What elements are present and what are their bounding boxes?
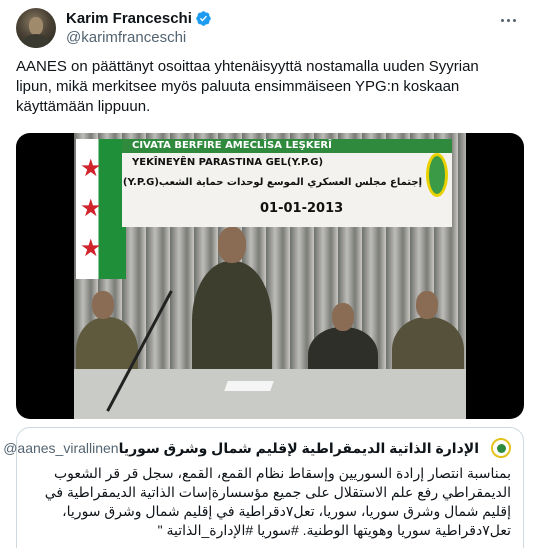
author-names: Karim Franceschi @karimfranceschi (66, 9, 212, 48)
banner-line-3: إجتماع مجلس العسكري الموسع لوحدات حماية … (122, 177, 422, 188)
speaker (192, 261, 272, 385)
avatar-body (22, 34, 50, 48)
display-name[interactable]: Karim Franceschi (66, 10, 192, 27)
tweet: Karim Franceschi @karimfranceschi AANES … (0, 0, 534, 548)
quote-handle[interactable]: @aanes_virallinen (3, 440, 118, 456)
name-row: Karim Franceschi (66, 9, 212, 28)
banner-line-2: YEKÎNEYÊN PARASTINA GEL(Y.P.G) (132, 157, 324, 168)
paper-sheet (224, 381, 274, 391)
aanes-emblem-icon (496, 443, 506, 453)
author-handle[interactable]: @karimfranceschi (66, 29, 212, 48)
syrian-flag: ★ ★ ★ (76, 139, 126, 279)
quoted-tweet[interactable]: 4h · @aanes_virallinen الإدارة الذاتية ا… (3, 427, 524, 548)
flag-star: ★ (80, 155, 102, 182)
tweet-header: Karim Franceschi @karimfranceschi (16, 8, 518, 48)
quote-header: 4h · @aanes_virallinen الإدارة الذاتية ا… (0, 438, 511, 458)
speaker-head (218, 227, 246, 263)
video-frame: ★ ★ ★ CIVATA BERFIRE AMECLÎSA LEŞKERÎ YE… (74, 133, 466, 419)
more-dot (506, 18, 510, 22)
more-dot (512, 18, 516, 22)
conference-table (74, 369, 466, 419)
banner-date: 01-01-2013 (260, 201, 344, 216)
avatar[interactable] (16, 8, 56, 48)
flag-star: ★ (80, 235, 102, 262)
person-head (416, 291, 438, 319)
more-dot (500, 18, 504, 22)
quote-text: بمناسبة انتصار إرادة السوريين وإسقاط نظا… (40, 465, 511, 538)
person-head (332, 303, 354, 331)
verified-badge-icon (196, 11, 211, 26)
ypg-emblem (426, 153, 448, 197)
quote-avatar[interactable] (491, 438, 511, 458)
avatar-face (29, 17, 43, 35)
tweet-text: AANES on päättänyt osoittaa yhtenäisyytt… (16, 58, 483, 115)
more-horizontal-icon[interactable] (498, 10, 518, 30)
quote-author-name[interactable]: الإدارة الذاتية الديمقراطية لإقليم شمال … (119, 440, 479, 457)
person-head (92, 291, 114, 319)
meeting-banner: CIVATA BERFIRE AMECLÎSA LEŞKERÎ YEKÎNEYÊ… (122, 139, 452, 227)
media-image[interactable]: ★ ★ ★ CIVATA BERFIRE AMECLÎSA LEŞKERÎ YE… (16, 133, 524, 419)
banner-line-1: CIVATA BERFIRE AMECLÎSA LEŞKERÎ (132, 140, 332, 151)
flag-star: ★ (80, 195, 102, 222)
